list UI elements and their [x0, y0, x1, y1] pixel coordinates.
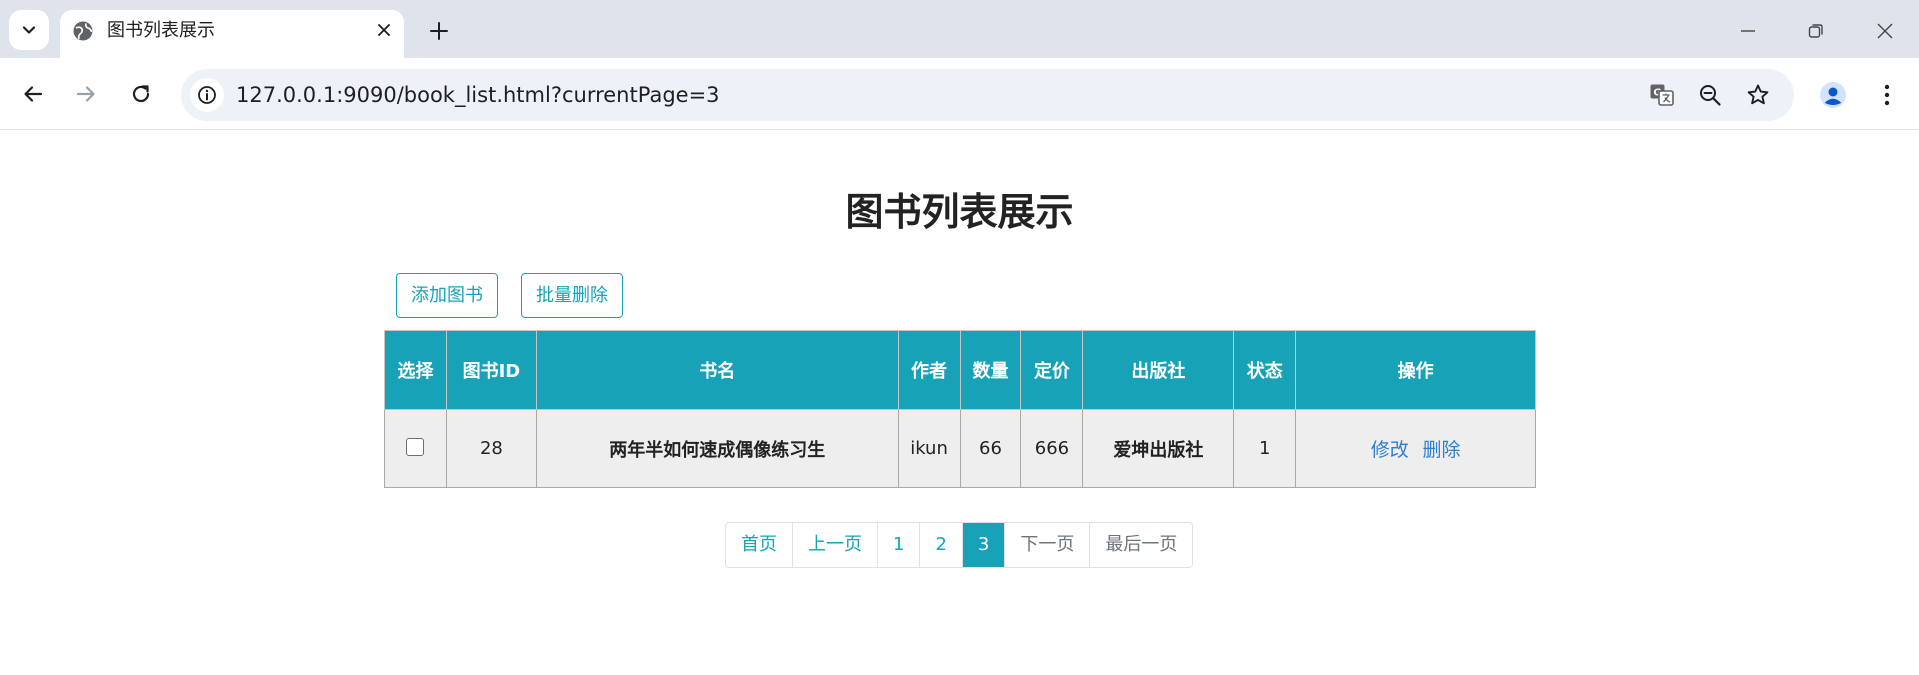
- site-info-button[interactable]: [190, 78, 224, 112]
- page-title: 图书列表展示: [845, 190, 1074, 234]
- arrow-right-icon: [76, 86, 95, 102]
- pagination-first[interactable]: 首页: [726, 523, 792, 567]
- header-status: 状态: [1233, 330, 1297, 410]
- pagination-next[interactable]: 下一页: [1004, 523, 1090, 567]
- profile-button[interactable]: [1818, 80, 1848, 110]
- tab-title: 图书列表展示: [107, 20, 215, 41]
- translate-button[interactable]: G: [1647, 80, 1677, 110]
- url-text[interactable]: 127.0.0.1:9090/book_list.html?currentPag…: [236, 82, 720, 108]
- more-vert-icon: [1884, 84, 1890, 106]
- close-icon: [1877, 23, 1893, 39]
- avatar-icon: [1820, 82, 1846, 108]
- edit-link[interactable]: 修改: [1371, 439, 1409, 461]
- row-checkbox[interactable]: [406, 438, 425, 456]
- menu-button[interactable]: [1872, 80, 1902, 110]
- chevron-down-icon: [22, 26, 36, 34]
- header-count: 数量: [959, 330, 1022, 410]
- tab-close-button[interactable]: [373, 19, 395, 41]
- forward-button[interactable]: [69, 77, 103, 111]
- header-book-id: 图书ID: [445, 330, 537, 410]
- restore-button[interactable]: [1801, 16, 1831, 46]
- bookmark-button[interactable]: [1743, 80, 1773, 110]
- select-cell: [384, 409, 447, 488]
- pagination-prev[interactable]: 上一页: [792, 523, 877, 567]
- globe-icon: [73, 21, 93, 41]
- pagination-page-3-current[interactable]: 3: [961, 523, 1005, 567]
- status-cell: 1: [1233, 409, 1297, 488]
- info-icon: [198, 86, 216, 104]
- price-cell: 666: [1020, 409, 1084, 488]
- plus-icon: [430, 22, 448, 40]
- reload-icon: [132, 85, 150, 103]
- zoom-out-icon: [1700, 85, 1721, 106]
- pagination: 首页 上一页 1 2 3 下一页 最后一页: [725, 522, 1194, 568]
- book-id-cell: 28: [445, 409, 537, 488]
- add-book-button[interactable]: 添加图书: [396, 273, 498, 318]
- count-cell: 66: [959, 409, 1022, 488]
- header-author: 作者: [897, 330, 961, 410]
- book-table: 选择 图书ID 书名 作者 数量 定价 出版社 状态 操作 28 两年半如何速成…: [384, 330, 1536, 488]
- header-book-name: 书名: [535, 330, 899, 410]
- pagination-last[interactable]: 最后一页: [1089, 523, 1193, 567]
- restore-icon: [1808, 24, 1823, 38]
- actions-cell: 修改 删除: [1295, 409, 1536, 488]
- publisher-cell: 爱坤出版社: [1082, 409, 1235, 488]
- star-icon: [1747, 84, 1769, 105]
- table-header-row: 选择 图书ID 书名 作者 数量 定价 出版社 状态 操作: [384, 330, 1536, 410]
- zoom-button[interactable]: [1695, 80, 1725, 110]
- close-icon: [378, 24, 390, 36]
- minimize-button[interactable]: [1733, 16, 1763, 46]
- tab-search-button[interactable]: [9, 10, 49, 50]
- header-publisher: 出版社: [1082, 330, 1235, 410]
- new-tab-button[interactable]: [426, 18, 452, 44]
- back-button[interactable]: [16, 77, 50, 111]
- arrow-left-icon: [24, 86, 43, 102]
- author-cell: ikun: [897, 409, 961, 488]
- book-name-cell: 两年半如何速成偶像练习生: [535, 409, 899, 488]
- minimize-icon: [1741, 30, 1755, 32]
- header-price: 定价: [1020, 330, 1084, 410]
- pagination-page-1[interactable]: 1: [877, 523, 920, 567]
- reload-button[interactable]: [124, 77, 158, 111]
- translate-icon: G: [1650, 84, 1674, 106]
- table-row: 28 两年半如何速成偶像练习生 ikun 66 666 爱坤出版社 1 修改 删…: [384, 409, 1536, 488]
- close-window-button[interactable]: [1870, 16, 1900, 46]
- header-actions: 操作: [1295, 330, 1536, 410]
- pagination-page-2[interactable]: 2: [919, 523, 962, 567]
- delete-link[interactable]: 删除: [1422, 439, 1460, 461]
- header-select: 选择: [384, 330, 447, 410]
- batch-delete-button[interactable]: 批量删除: [521, 273, 623, 318]
